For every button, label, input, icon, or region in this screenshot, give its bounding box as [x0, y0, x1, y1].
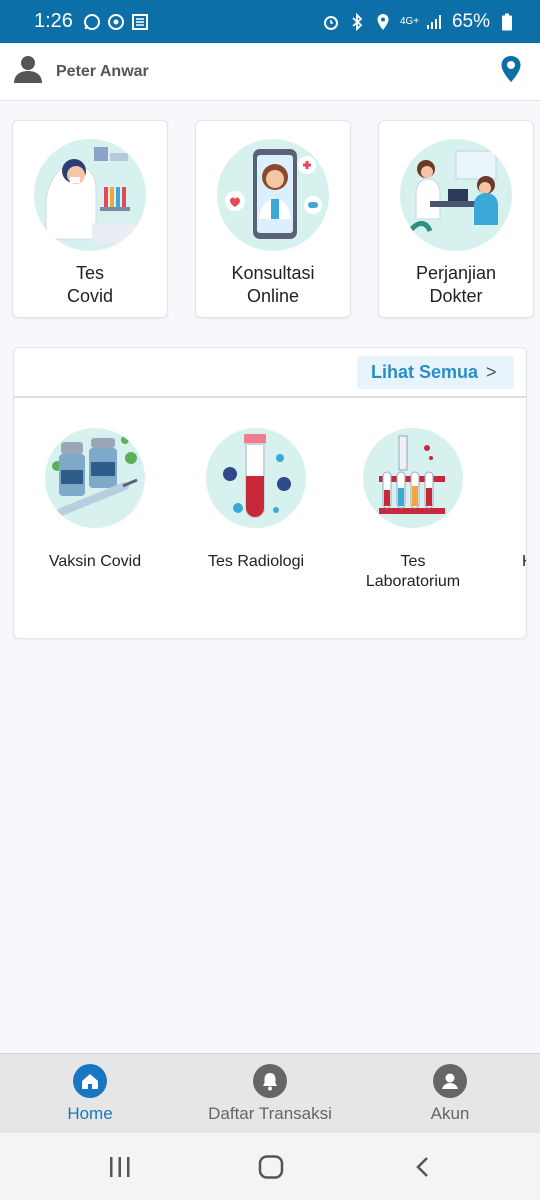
- chat-bubble-icon: [107, 13, 125, 31]
- doctor-appointment-illustration: [400, 139, 512, 251]
- see-all-button[interactable]: Lihat Semua >: [357, 356, 514, 389]
- card-label: Perjanjian Dokter: [415, 263, 497, 306]
- service-label: K: [504, 552, 526, 572]
- nav-akun[interactable]: Akun: [360, 1064, 540, 1124]
- lab-scientist-illustration: [34, 139, 146, 251]
- signal-icon: [426, 13, 444, 31]
- recent-apps-icon[interactable]: [108, 1156, 132, 1183]
- bell-icon: [253, 1064, 287, 1098]
- nav-label: Daftar Transaksi: [208, 1104, 332, 1123]
- service-tes-laboratorium[interactable]: Tes Laboratorium: [338, 428, 488, 592]
- card-label: Tes Covid: [66, 263, 114, 306]
- app-header: Peter Anwar: [0, 43, 540, 101]
- service-tes-radiologi[interactable]: Tes Radiologi: [181, 428, 331, 572]
- news-icon: [131, 13, 149, 31]
- battery-percent: 65%: [451, 10, 490, 32]
- card-label: Konsultasi Online: [231, 263, 315, 306]
- services-header: Lihat Semua >: [14, 348, 526, 398]
- back-icon[interactable]: [414, 1156, 430, 1183]
- map-pin-icon[interactable]: [500, 55, 522, 88]
- card-konsultasi-online[interactable]: Konsultasi Online: [195, 120, 351, 318]
- nav-label: Home: [67, 1104, 113, 1123]
- feature-cards: Tes Covid Konsultasi Online Perjanjian D…: [12, 120, 534, 320]
- system-navigation-bar: [0, 1133, 540, 1200]
- service-label: Vaksin Covid: [48, 553, 142, 570]
- battery-icon: [498, 13, 516, 31]
- user-icon[interactable]: [12, 53, 44, 90]
- user-name: Peter Anwar: [56, 62, 149, 80]
- nav-label: Akun: [430, 1104, 470, 1123]
- service-vaksin-covid[interactable]: Vaksin Covid: [20, 428, 170, 572]
- blood-tube-illustration: [206, 428, 306, 528]
- home-system-icon[interactable]: [258, 1155, 284, 1184]
- service-label: Tes Radiologi: [207, 553, 305, 570]
- online-doctor-illustration: [217, 139, 329, 251]
- bluetooth-icon: [348, 12, 366, 31]
- test-tubes-illustration: [363, 428, 463, 528]
- service-label: Tes Laboratorium: [365, 553, 461, 590]
- chevron-right-icon: >: [486, 362, 497, 382]
- card-perjanjian-dokter[interactable]: Perjanjian Dokter: [378, 120, 534, 318]
- service-partial-item[interactable]: K: [504, 428, 526, 572]
- account-icon: [433, 1064, 467, 1098]
- home-icon: [73, 1064, 107, 1098]
- whatsapp-icon: [83, 13, 101, 31]
- status-time: 1:26: [34, 10, 73, 32]
- bottom-nav: Home Daftar Transaksi Akun: [0, 1053, 540, 1133]
- location-status-icon: [374, 13, 392, 31]
- vaccine-illustration: [45, 428, 145, 528]
- services-panel: Lihat Semua > Vaksin Covid Tes Radiologi…: [13, 347, 527, 639]
- notification-icons: [83, 13, 149, 31]
- system-icons: 4G+ 65%: [322, 11, 516, 33]
- status-bar: 1:26 4G+ 65%: [0, 0, 540, 43]
- alarm-icon: [322, 13, 340, 31]
- see-all-label: Lihat Semua: [371, 362, 479, 382]
- network-type: 4G+: [399, 15, 420, 27]
- nav-home[interactable]: Home: [0, 1064, 180, 1124]
- nav-daftar-transaksi[interactable]: Daftar Transaksi: [180, 1064, 360, 1124]
- card-tes-covid[interactable]: Tes Covid: [12, 120, 168, 318]
